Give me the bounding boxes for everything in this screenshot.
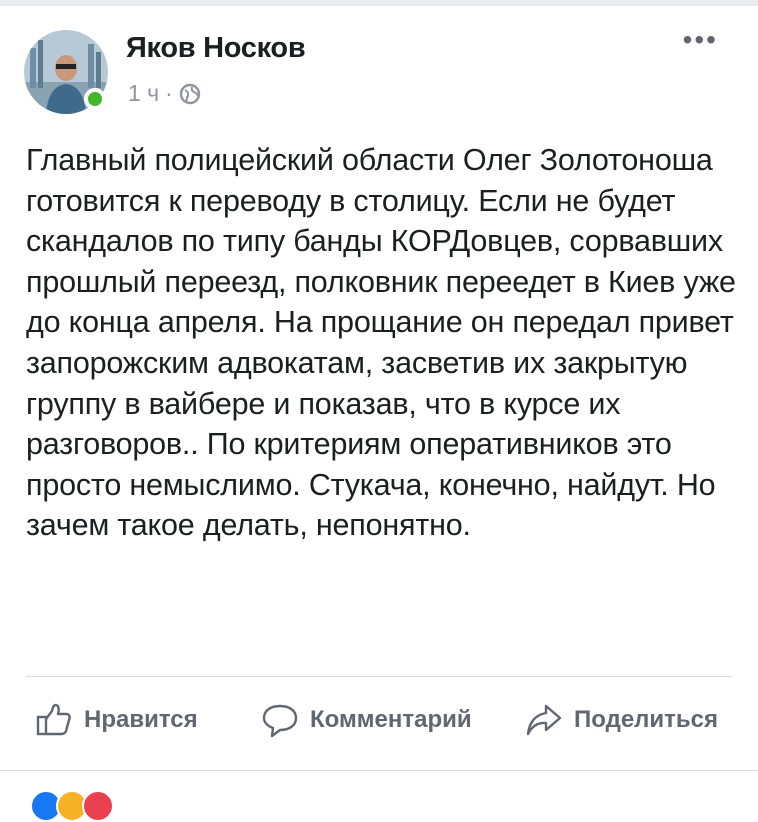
more-options-button[interactable]: ••• (683, 26, 718, 54)
love-reaction-icon (82, 790, 114, 822)
comment-label: Комментарий (310, 706, 472, 733)
comment-button[interactable]: Комментарий (260, 700, 472, 740)
share-arrow-icon (526, 704, 562, 736)
divider (26, 676, 732, 677)
online-status-indicator (84, 88, 106, 110)
top-bar (0, 0, 758, 6)
thumbs-up-icon (36, 703, 71, 736)
speech-bubble-icon (262, 704, 298, 738)
like-button[interactable]: Нравится (34, 700, 198, 740)
globe-icon (179, 83, 201, 105)
post-timestamp[interactable]: 1 ч (128, 80, 159, 107)
post-author-name[interactable]: Яков Носков (126, 32, 306, 65)
share-button[interactable]: Поделиться (524, 700, 718, 740)
post-actions: Нравится Комментарий Поделиться (0, 690, 758, 754)
share-label: Поделиться (574, 706, 719, 733)
meta-separator: · (165, 80, 173, 106)
like-label: Нравится (84, 706, 198, 733)
reactions-summary[interactable] (30, 790, 114, 822)
bottom-divider (0, 770, 758, 771)
post-meta: 1 ч · (128, 80, 201, 107)
post-text: Главный полицейский области Олег Золотон… (26, 143, 736, 543)
